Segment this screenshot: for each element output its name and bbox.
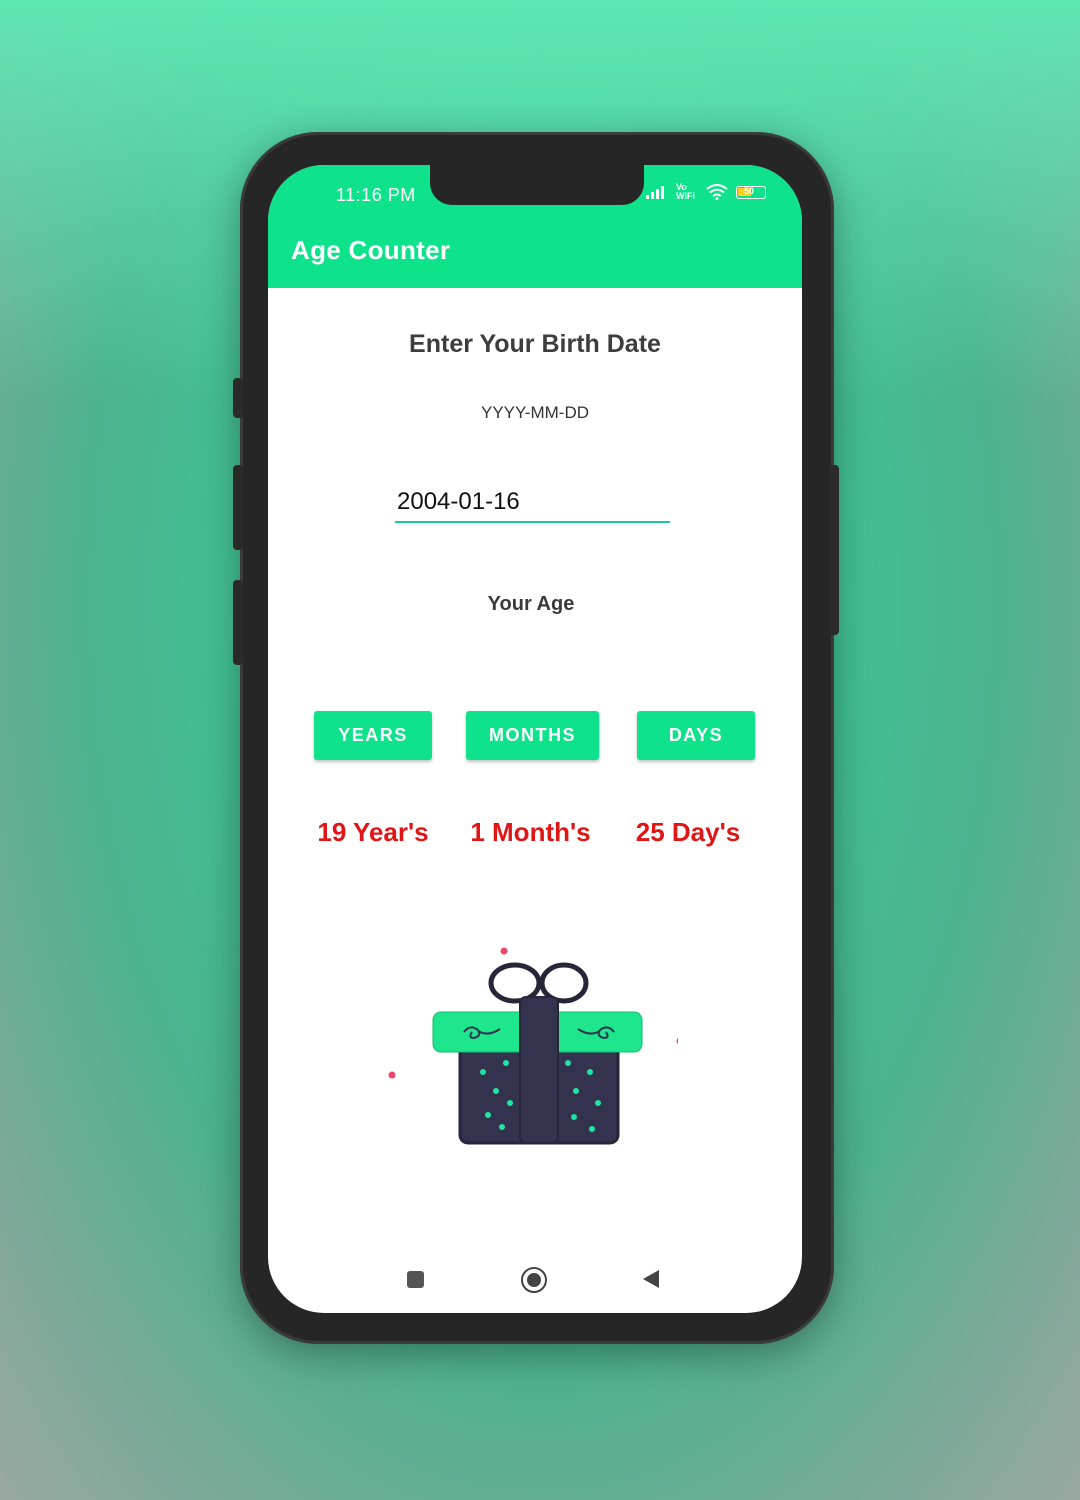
birth-date-input[interactable] [395,483,670,523]
phone-notch [430,165,644,205]
status-time: 11:16 PM [336,185,416,205]
months-result: 1 Month's [470,817,591,847]
phone-side-button [233,378,243,418]
recents-square-icon[interactable] [407,1271,424,1288]
your-age-label: Your Age [487,593,575,615]
date-format-hint: YYYY-MM-DD [481,403,589,422]
system-nav-bar [268,1255,802,1305]
home-circle-icon[interactable] [521,1267,547,1293]
gift-box-icon [388,947,678,1145]
status-icons: Vo WiFi 50 [644,183,766,201]
signal-icon [646,186,664,199]
wifi-icon [706,184,728,200]
phone-side-button [233,580,243,665]
vowifi-icon: Vo WiFi [676,182,695,201]
months-button[interactable]: MONTHS [466,711,599,760]
phone-screen: 11:16 PM Vo WiFi 50 Age Counter Enter Yo… [268,165,802,1313]
back-triangle-icon[interactable] [641,1268,661,1290]
days-button[interactable]: DAYS [637,711,755,760]
phone-side-button [233,465,243,550]
battery-icon: 50 [736,185,766,199]
days-result: 25 Day's [635,817,741,847]
app-bar: 11:16 PM Vo WiFi 50 Age Counter [268,165,802,288]
battery-level: 50 [744,185,755,196]
app-title: Age Counter [291,235,451,265]
years-result: 19 Year's [317,817,429,847]
birth-date-heading: Enter Your Birth Date [409,330,661,358]
phone-side-button [829,465,839,635]
years-button[interactable]: YEARS [314,711,432,760]
